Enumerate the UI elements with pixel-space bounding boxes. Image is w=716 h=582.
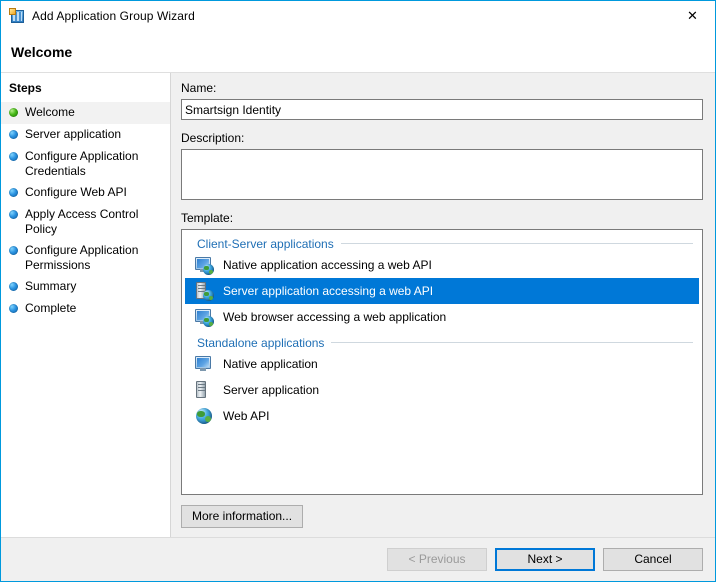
sidebar-item-summary[interactable]: Summary <box>1 276 170 298</box>
cancel-button[interactable]: Cancel <box>603 548 703 571</box>
sidebar-item-configure-application-credentials[interactable]: Configure Application Credentials <box>1 146 170 182</box>
template-item-label: Server application accessing a web API <box>221 283 699 299</box>
more-information-row: More information... <box>181 495 703 537</box>
sidebar-item-server-application[interactable]: Server application <box>1 124 170 146</box>
step-label: Welcome <box>25 105 164 120</box>
steps-sidebar: Steps Welcome Server application Configu… <box>1 73 171 537</box>
step-bullet-icon <box>9 210 18 219</box>
wizard-window: Add Application Group Wizard ✕ Welcome S… <box>0 0 716 582</box>
step-label: Complete <box>25 301 164 316</box>
more-information-button[interactable]: More information... <box>181 505 303 528</box>
monitor-icon <box>195 355 213 373</box>
wizard-body: Steps Welcome Server application Configu… <box>1 72 715 537</box>
title-bar: Add Application Group Wizard ✕ <box>1 1 715 31</box>
template-item-label: Web API <box>221 408 271 424</box>
steps-heading: Steps <box>1 79 170 102</box>
sidebar-item-apply-access-control-policy[interactable]: Apply Access Control Policy <box>1 204 170 240</box>
template-item-web-api[interactable]: Web API <box>185 403 699 429</box>
server-globe-icon <box>195 282 213 300</box>
group-divider <box>341 243 693 244</box>
template-group-header: Standalone applications <box>185 334 699 351</box>
template-group-title: Standalone applications <box>197 336 324 350</box>
sidebar-item-welcome[interactable]: Welcome <box>1 102 170 124</box>
server-icon <box>195 381 213 399</box>
template-item-server-application-accessing-a-web-api[interactable]: Server application accessing a web API <box>185 278 699 304</box>
template-list[interactable]: Client-Server applications Native applic… <box>181 229 703 495</box>
name-input[interactable] <box>181 99 703 120</box>
template-item-label: Native application accessing a web API <box>221 257 434 273</box>
description-label: Description: <box>181 131 703 145</box>
template-item-native-application[interactable]: Native application <box>185 351 699 377</box>
step-bullet-icon <box>9 130 18 139</box>
group-divider <box>331 342 693 343</box>
wizard-content: Name: Description: Template: Client-Serv… <box>171 73 715 537</box>
monitor-globe-icon <box>195 256 213 274</box>
previous-button[interactable]: < Previous <box>387 548 487 571</box>
step-bullet-icon <box>9 304 18 313</box>
step-label: Server application <box>25 127 164 142</box>
template-item-label: Web browser accessing a web application <box>221 309 448 325</box>
template-group-header: Client-Server applications <box>185 235 699 252</box>
description-input[interactable] <box>181 149 703 200</box>
sidebar-item-complete[interactable]: Complete <box>1 298 170 320</box>
template-item-web-browser-accessing-a-web-application[interactable]: Web browser accessing a web application <box>185 304 699 330</box>
step-label: Configure Web API <box>25 185 164 200</box>
name-label: Name: <box>181 81 703 95</box>
close-icon: ✕ <box>687 9 698 22</box>
template-item-label: Native application <box>221 356 320 372</box>
template-label: Template: <box>181 211 703 225</box>
monitor-globe-icon <box>195 308 213 326</box>
globe-icon <box>195 407 213 425</box>
step-bullet-icon <box>9 246 18 255</box>
sidebar-item-configure-web-api[interactable]: Configure Web API <box>1 182 170 204</box>
wizard-footer: < Previous Next > Cancel <box>1 537 715 581</box>
step-label: Configure Application Credentials <box>25 149 164 179</box>
step-label: Summary <box>25 279 164 294</box>
template-item-native-application-accessing-a-web-api[interactable]: Native application accessing a web API <box>185 252 699 278</box>
page-title: Welcome <box>11 44 72 60</box>
window-title: Add Application Group Wizard <box>32 9 195 23</box>
step-label: Configure Application Permissions <box>25 243 164 273</box>
step-label: Apply Access Control Policy <box>25 207 164 237</box>
template-item-server-application[interactable]: Server application <box>185 377 699 403</box>
close-button[interactable]: ✕ <box>670 1 715 30</box>
step-bullet-icon <box>9 152 18 161</box>
step-bullet-icon <box>9 108 18 117</box>
app-group-icon <box>9 8 25 24</box>
page-header: Welcome <box>1 31 715 72</box>
step-bullet-icon <box>9 282 18 291</box>
next-button[interactable]: Next > <box>495 548 595 571</box>
step-bullet-icon <box>9 188 18 197</box>
template-group-title: Client-Server applications <box>197 237 334 251</box>
template-item-label: Server application <box>221 382 321 398</box>
sidebar-item-configure-application-permissions[interactable]: Configure Application Permissions <box>1 240 170 276</box>
